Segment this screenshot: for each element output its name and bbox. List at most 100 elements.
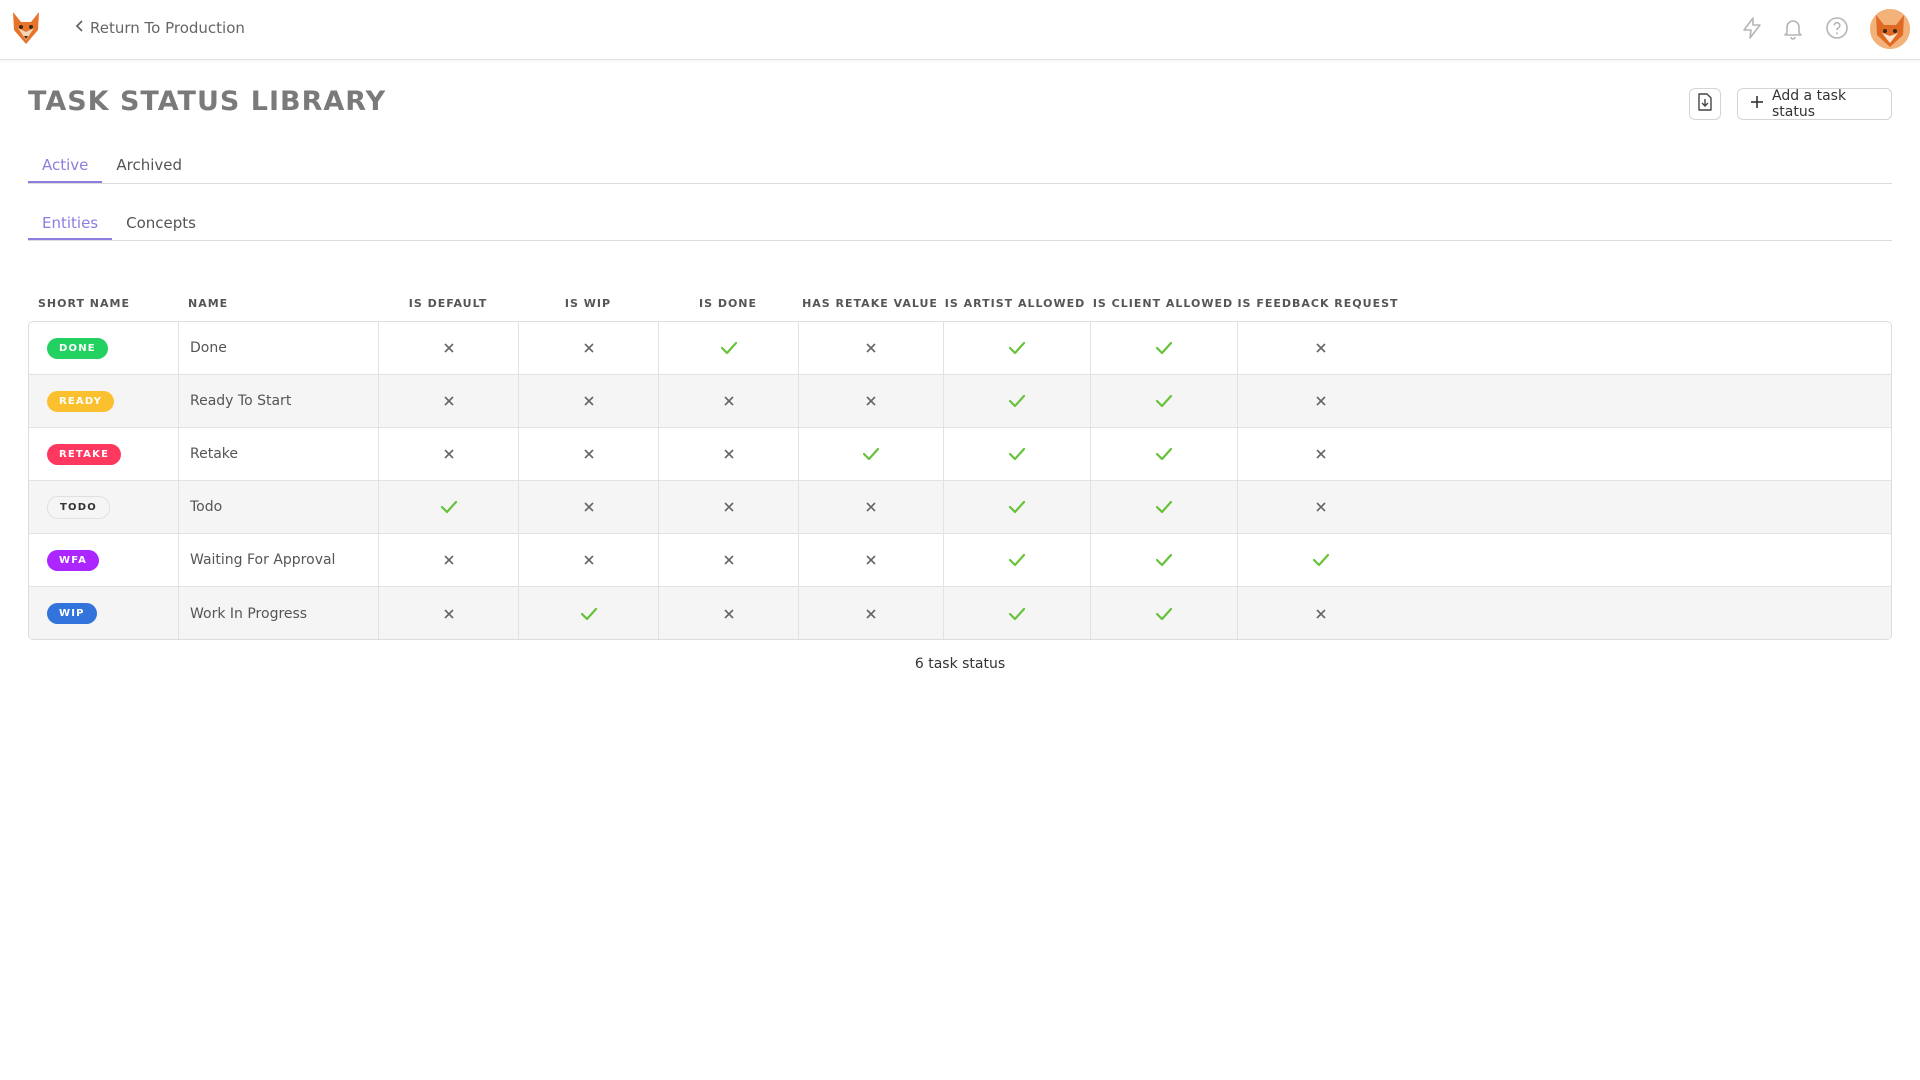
is-wip-cell (519, 587, 659, 639)
is-client-allowed-cell (1091, 587, 1238, 639)
check-icon (580, 607, 598, 621)
cross-icon (723, 554, 735, 566)
has-retake-value-cell (799, 375, 944, 427)
cross-icon (723, 501, 735, 513)
status-badge[interactable]: READY (47, 390, 115, 412)
user-avatar[interactable] (1870, 9, 1910, 49)
status-badge[interactable]: DONE (47, 337, 108, 359)
cross-icon (1315, 448, 1327, 460)
cross-icon (723, 448, 735, 460)
task-status-table: DONE Done READY Ready To Start RETAKE Retak… (28, 321, 1892, 640)
cross-icon (1315, 608, 1327, 620)
short-name-cell: WIP (29, 587, 179, 639)
is-done-cell (659, 322, 799, 374)
status-badge[interactable]: TODO (47, 495, 110, 519)
check-icon (1008, 394, 1026, 408)
table-row: RETAKE Retake (29, 428, 1891, 481)
status-name: Retake (179, 428, 379, 480)
is-client-allowed-cell (1091, 481, 1238, 533)
is-artist-allowed-cell (944, 534, 1091, 586)
has-retake-value-cell (799, 587, 944, 639)
status-badge[interactable]: WIP (47, 603, 97, 624)
is-wip-cell (519, 322, 659, 374)
status-name: Work In Progress (179, 587, 379, 639)
tab-entities[interactable]: Entities (28, 206, 113, 240)
check-icon (1155, 607, 1173, 621)
status-tabs: Active Archived (28, 148, 1892, 184)
status-name: Done (179, 322, 379, 374)
is-wip-cell (519, 428, 659, 480)
is-feedback-request-cell (1238, 534, 1403, 586)
is-done-cell (659, 534, 799, 586)
check-icon (1008, 447, 1026, 461)
column-header-has-retake-value: HAS RETAKE VALUE (802, 297, 938, 310)
cross-icon (583, 554, 595, 566)
cross-icon (865, 608, 877, 620)
cross-icon (443, 395, 455, 407)
has-retake-value-cell (799, 322, 944, 374)
is-done-cell (659, 375, 799, 427)
column-header-is-done: IS DONE (698, 297, 758, 310)
check-icon (440, 500, 458, 514)
table-row: TODO Todo (29, 481, 1891, 534)
cross-icon (583, 395, 595, 407)
is-artist-allowed-cell (944, 322, 1091, 374)
check-icon (1155, 553, 1173, 567)
is-default-cell (379, 534, 519, 586)
column-header-is-feedback-request: IS FEEDBACK REQUEST (1237, 297, 1399, 310)
check-icon (1155, 341, 1173, 355)
is-wip-cell (519, 534, 659, 586)
is-done-cell (659, 481, 799, 533)
table-row: DONE Done (29, 322, 1891, 375)
plus-icon (1750, 95, 1764, 113)
cross-icon (1315, 342, 1327, 354)
file-export-icon (1697, 93, 1713, 115)
cross-icon (1315, 395, 1327, 407)
check-icon (720, 341, 738, 355)
is-feedback-request-cell (1238, 375, 1403, 427)
kitsu-logo-icon[interactable] (10, 10, 42, 46)
check-icon (1155, 394, 1173, 408)
cross-icon (583, 342, 595, 354)
is-default-cell (379, 428, 519, 480)
check-icon (1008, 341, 1026, 355)
chevron-left-icon (74, 19, 86, 37)
help-icon[interactable] (1825, 16, 1849, 40)
tab-active[interactable]: Active (28, 148, 103, 183)
column-header-is-artist-allowed: IS ARTIST ALLOWED (944, 297, 1086, 310)
short-name-cell: RETAKE (29, 428, 179, 480)
status-badge[interactable]: WFA (47, 549, 100, 571)
check-icon (1155, 447, 1173, 461)
short-name-cell: TODO (29, 481, 179, 533)
tab-concepts[interactable]: Concepts (112, 206, 210, 240)
cross-icon (865, 395, 877, 407)
cross-icon (723, 608, 735, 620)
short-name-cell: READY (29, 375, 179, 427)
status-name: Todo (179, 481, 379, 533)
column-header-is-wip: IS WIP (564, 297, 612, 310)
top-bar: Return To Production (0, 0, 1920, 60)
status-name: Ready To Start (179, 375, 379, 427)
cross-icon (723, 395, 735, 407)
cross-icon (443, 554, 455, 566)
is-client-allowed-cell (1091, 534, 1238, 586)
cross-icon (583, 448, 595, 460)
status-name: Waiting For Approval (179, 534, 379, 586)
cross-icon (1315, 501, 1327, 513)
add-task-status-button[interactable]: Add a task status (1737, 88, 1892, 120)
page-title: TASK STATUS LIBRARY (28, 86, 387, 117)
is-done-cell (659, 428, 799, 480)
check-icon (1155, 500, 1173, 514)
bell-icon[interactable] (1781, 16, 1805, 40)
export-button[interactable] (1689, 88, 1721, 120)
lightning-icon[interactable] (1740, 16, 1764, 40)
is-artist-allowed-cell (944, 428, 1091, 480)
return-to-production-label: Return To Production (90, 19, 245, 37)
is-artist-allowed-cell (944, 481, 1091, 533)
is-done-cell (659, 587, 799, 639)
status-badge[interactable]: RETAKE (47, 443, 122, 465)
tab-archived[interactable]: Archived (102, 148, 196, 183)
column-header-name: NAME (188, 297, 229, 310)
is-default-cell (379, 375, 519, 427)
return-to-production-link[interactable]: Return To Production (74, 19, 245, 37)
